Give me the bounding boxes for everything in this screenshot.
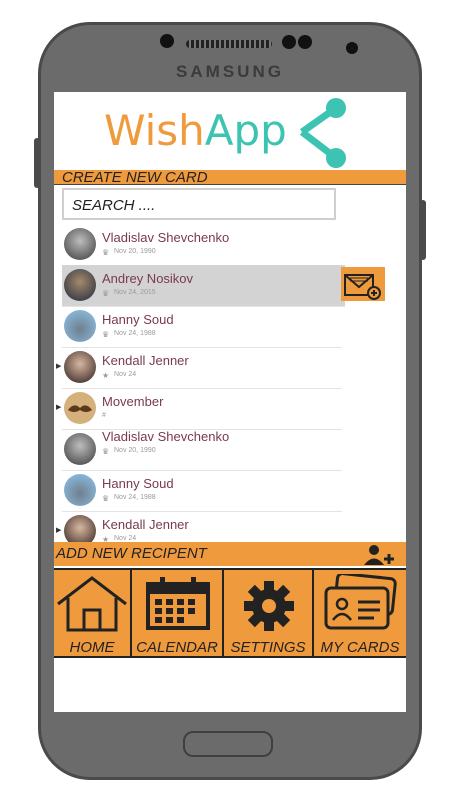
avatar [64, 433, 96, 465]
proximity-sensor-icon [346, 42, 358, 54]
share-icon [299, 98, 346, 168]
search-placeholder: SEARCH .... [72, 197, 156, 214]
hardware-home-button[interactable] [183, 731, 273, 757]
expand-arrow-icon[interactable]: ▶ [56, 362, 61, 370]
contact-name: Kendall Jenner [102, 517, 189, 532]
gift-icon: ♛ [102, 289, 110, 298]
earpiece-speaker [186, 40, 272, 48]
avatar [64, 228, 96, 260]
avatar [64, 392, 96, 424]
contact-name: Vladislav Shevchenko [102, 429, 230, 444]
contact-name: Vladislav Shevchenko [102, 230, 230, 245]
id-cards-icon [324, 574, 397, 630]
blank-area [54, 660, 406, 712]
calendar-icon [146, 577, 210, 630]
logo-app: App [204, 106, 287, 155]
avatar [64, 310, 96, 342]
gift-icon: ♛ [102, 447, 110, 456]
list-item[interactable]: ▶ Kendall Jenner ★ Nov 24 [56, 347, 342, 389]
envelope-add-icon [344, 274, 381, 300]
expand-arrow-icon[interactable]: ▶ [56, 403, 61, 411]
power-button [420, 200, 426, 260]
tab-settings[interactable]: SETTINGS [224, 570, 314, 658]
tab-label: MY CARDS [320, 639, 400, 656]
app-logo: WishApp [54, 92, 406, 170]
front-camera-icon [160, 34, 174, 48]
contact-date: # [102, 412, 106, 419]
contact-name: Hanny Soud [102, 476, 174, 491]
tab-label: HOME [69, 639, 115, 656]
add-user-icon [364, 545, 394, 565]
add-recipient-label: ADD NEW RECIPENT [56, 545, 207, 562]
star-icon: ★ [102, 371, 110, 380]
gift-icon: ♛ [102, 248, 110, 257]
device-brand: SAMSUNG [176, 62, 284, 81]
search-input[interactable]: SEARCH .... [62, 188, 336, 220]
gift-icon: ♛ [102, 330, 110, 339]
gift-icon: ♛ [102, 494, 110, 503]
contact-date: Nov 24 [114, 371, 137, 378]
tab-label: SETTINGS [230, 639, 306, 656]
contact-date: Nov 24 [114, 535, 137, 542]
list-item[interactable]: Vladislav Shevchenko ♛ Nov 20, 1990 [62, 224, 342, 266]
avatar [64, 351, 96, 383]
contact-date: Nov 20, 1990 [114, 248, 156, 255]
contact-name: Movember [102, 394, 164, 409]
avatar [64, 474, 96, 506]
sensor-icon [298, 35, 312, 49]
list-item[interactable]: ▶ Movember # [56, 388, 342, 430]
contact-name: Hanny Soud [102, 312, 174, 327]
contact-name: Kendall Jenner [102, 353, 189, 368]
sensor-icon [282, 35, 296, 49]
expand-arrow-icon[interactable]: ▶ [56, 526, 61, 534]
bottom-navigation: HOME CALENDAR SETTINGS MY CARDS [54, 568, 406, 658]
home-icon [57, 576, 127, 632]
contact-date: Nov 24, 1988 [114, 330, 156, 337]
tab-home[interactable]: HOME [54, 570, 132, 658]
volume-button [34, 138, 40, 188]
contact-date: Nov 24, 1988 [114, 494, 156, 501]
create-new-card-button[interactable]: CREATE NEW CARD [54, 170, 406, 186]
gear-icon [244, 581, 294, 631]
app-screen: WishApp CREATE NEW CARD SEARCH .... Vlad… [54, 92, 406, 712]
contact-date: Nov 20, 1990 [114, 447, 156, 454]
add-new-recipient-button[interactable]: ADD NEW RECIPENT [54, 542, 406, 566]
list-item[interactable]: Hanny Soud ♛ Nov 24, 1988 [62, 306, 342, 348]
list-item[interactable]: Hanny Soud ♛ Nov 24, 1988 [62, 470, 342, 512]
contact-date: Nov 24, 2015 [114, 289, 156, 296]
mustache-icon [68, 405, 92, 412]
list-item[interactable]: Andrey Nosikov ♛ Nov 24, 2015 [62, 265, 345, 307]
logo-wish: Wish [104, 106, 205, 155]
send-card-button[interactable] [341, 267, 385, 301]
avatar [64, 269, 96, 301]
tab-calendar[interactable]: CALENDAR [132, 570, 224, 658]
contact-name: Andrey Nosikov [102, 271, 194, 286]
list-item[interactable]: Vladislav Shevchenko ♛ Nov 20, 1990 [62, 429, 342, 471]
tab-label: CALENDAR [136, 639, 218, 656]
tab-my-cards[interactable]: MY CARDS [314, 570, 406, 658]
